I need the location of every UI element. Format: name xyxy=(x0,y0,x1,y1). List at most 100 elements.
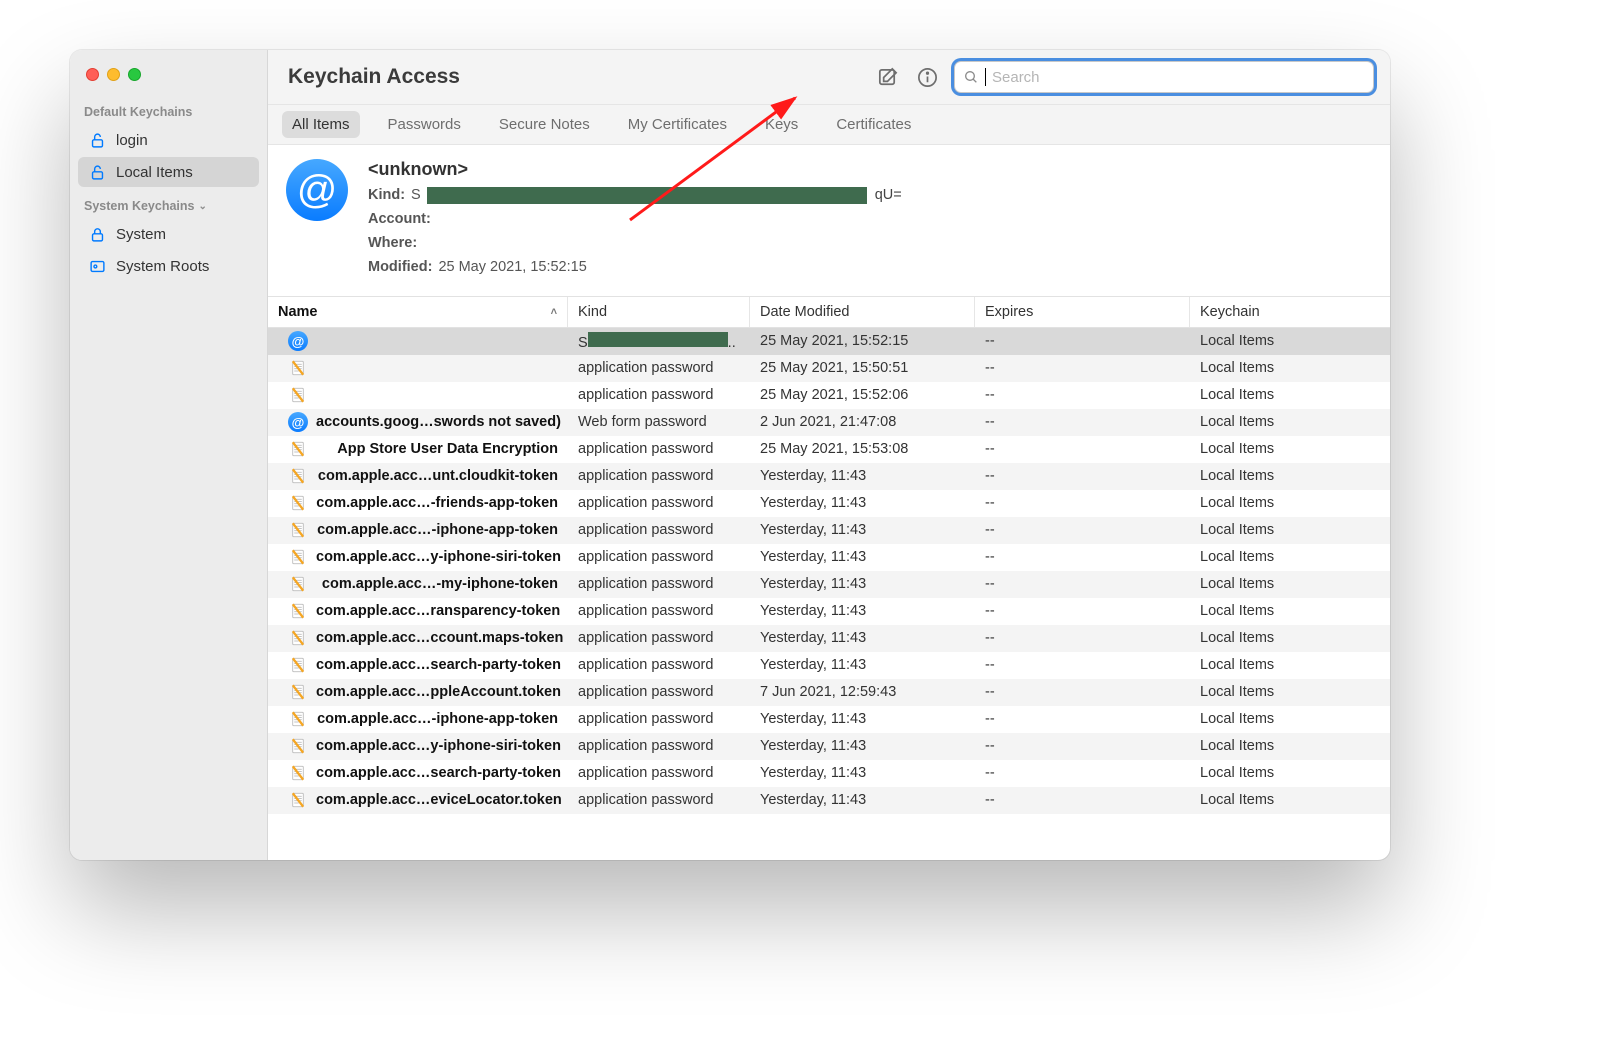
item-detail-pane: @ <unknown> Kind: SqU= Account: Where: M… xyxy=(268,145,1390,296)
cell-name: com.apple.acc…-iphone-app-token xyxy=(268,709,568,729)
cell-date: Yesterday, 11:43 xyxy=(750,495,975,511)
cell-name: com.apple.acc…y-iphone-siri-token xyxy=(268,547,568,567)
table-row[interactable]: com.apple.acc…ccount.maps-tokenapplicati… xyxy=(268,625,1390,652)
sidebar-item-system-roots[interactable]: System Roots xyxy=(78,251,259,281)
column-keychain[interactable]: Keychain xyxy=(1190,297,1390,327)
table-row[interactable]: com.apple.acc…-friends-app-tokenapplicat… xyxy=(268,490,1390,517)
sort-ascending-icon: ˄ xyxy=(551,306,557,318)
cell-name: com.apple.acc…y-iphone-siri-token xyxy=(268,736,568,756)
cell-kind: application password xyxy=(568,630,750,646)
table-row[interactable]: com.apple.acc…ransparency-tokenapplicati… xyxy=(268,598,1390,625)
sidebar-item-label: login xyxy=(116,132,148,149)
info-button[interactable] xyxy=(914,64,940,90)
search-field[interactable] xyxy=(954,61,1374,93)
cell-date: Yesterday, 11:43 xyxy=(750,738,975,754)
compose-button[interactable] xyxy=(874,64,900,90)
cell-keychain: Local Items xyxy=(1190,495,1390,511)
cell-name: @ xyxy=(268,331,568,351)
note-icon xyxy=(288,736,308,756)
note-icon xyxy=(288,574,308,594)
table-row[interactable]: com.apple.acc…unt.cloudkit-tokenapplicat… xyxy=(268,463,1390,490)
cell-date: Yesterday, 11:43 xyxy=(750,711,975,727)
cell-keychain: Local Items xyxy=(1190,576,1390,592)
sidebar-item-local-items[interactable]: Local Items xyxy=(78,157,259,187)
cell-expires: -- xyxy=(975,684,1190,700)
cell-expires: -- xyxy=(975,495,1190,511)
table-row[interactable]: com.apple.acc…-iphone-app-tokenapplicati… xyxy=(268,517,1390,544)
cell-date: 25 May 2021, 15:52:06 xyxy=(750,387,975,403)
cell-date: 25 May 2021, 15:52:15 xyxy=(750,333,975,349)
search-input[interactable] xyxy=(992,69,1365,86)
table-row[interactable]: com.apple.acc…-iphone-app-tokenapplicati… xyxy=(268,706,1390,733)
note-icon xyxy=(288,547,308,567)
cell-name: com.apple.acc…ccount.maps-token xyxy=(268,628,568,648)
cell-date: Yesterday, 11:43 xyxy=(750,549,975,565)
close-window-button[interactable] xyxy=(86,68,99,81)
cell-kind: application password xyxy=(568,549,750,565)
cell-date: 25 May 2021, 15:53:08 xyxy=(750,441,975,457)
table-row[interactable]: com.apple.acc…y-iphone-siri-tokenapplica… xyxy=(268,733,1390,760)
tab-certificates[interactable]: Certificates xyxy=(826,111,921,138)
table-row[interactable]: @accounts.goog…swords not saved)Web form… xyxy=(268,409,1390,436)
cell-expires: -- xyxy=(975,468,1190,484)
column-expires[interactable]: Expires xyxy=(975,297,1190,327)
main-content: Keychain Access All Items Passwords Secu… xyxy=(268,50,1390,860)
window-controls xyxy=(70,68,267,95)
detail-kind: Kind: SqU= xyxy=(368,184,902,208)
tab-secure-notes[interactable]: Secure Notes xyxy=(489,111,600,138)
cell-keychain: Local Items xyxy=(1190,630,1390,646)
cell-expires: -- xyxy=(975,522,1190,538)
table-body[interactable]: @S..25 May 2021, 15:52:15--Local Itemsap… xyxy=(268,328,1390,860)
cell-date: 25 May 2021, 15:50:51 xyxy=(750,360,975,376)
table-row[interactable]: application password25 May 2021, 15:50:5… xyxy=(268,355,1390,382)
cell-name: com.apple.acc…-friends-app-token xyxy=(268,493,568,513)
note-icon xyxy=(288,682,308,702)
table-row[interactable]: com.apple.acc…search-party-tokenapplicat… xyxy=(268,760,1390,787)
tab-all-items[interactable]: All Items xyxy=(282,111,360,138)
cell-kind: application password xyxy=(568,468,750,484)
sidebar-item-system[interactable]: System xyxy=(78,219,259,249)
redacted-content xyxy=(427,187,867,204)
note-icon xyxy=(288,439,308,459)
sidebar-item-label: System Roots xyxy=(116,258,209,275)
zoom-window-button[interactable] xyxy=(128,68,141,81)
table-row[interactable]: @S..25 May 2021, 15:52:15--Local Items xyxy=(268,328,1390,355)
tab-my-certificates[interactable]: My Certificates xyxy=(618,111,737,138)
detail-title: <unknown> xyxy=(368,159,902,180)
tab-keys[interactable]: Keys xyxy=(755,111,808,138)
cell-name xyxy=(268,385,568,405)
cell-keychain: Local Items xyxy=(1190,414,1390,430)
cell-date: Yesterday, 11:43 xyxy=(750,630,975,646)
table-row[interactable]: com.apple.acc…y-iphone-siri-tokenapplica… xyxy=(268,544,1390,571)
cell-kind: application password xyxy=(568,711,750,727)
cell-keychain: Local Items xyxy=(1190,522,1390,538)
chevron-down-icon: ⌄ xyxy=(198,201,206,212)
column-date[interactable]: Date Modified xyxy=(750,297,975,327)
cell-expires: -- xyxy=(975,360,1190,376)
column-name[interactable]: Name˄ xyxy=(268,297,568,327)
minimize-window-button[interactable] xyxy=(107,68,120,81)
cell-name: com.apple.acc…search-party-token xyxy=(268,763,568,783)
search-icon xyxy=(963,69,979,85)
tab-passwords[interactable]: Passwords xyxy=(378,111,471,138)
note-icon xyxy=(288,763,308,783)
cell-name: com.apple.acc…ransparency-token xyxy=(268,601,568,621)
table-row[interactable]: com.apple.acc…ppleAccount.tokenapplicati… xyxy=(268,679,1390,706)
column-kind[interactable]: Kind xyxy=(568,297,750,327)
cell-name: com.apple.acc…search-party-token xyxy=(268,655,568,675)
table-row[interactable]: App Store User Data Encryptionapplicatio… xyxy=(268,436,1390,463)
table-row[interactable]: application password25 May 2021, 15:52:0… xyxy=(268,382,1390,409)
cell-name: com.apple.acc…unt.cloudkit-token xyxy=(268,466,568,486)
sidebar-item-login[interactable]: login xyxy=(78,125,259,155)
cell-keychain: Local Items xyxy=(1190,657,1390,673)
sidebar-item-label: System xyxy=(116,226,166,243)
table-row[interactable]: com.apple.acc…search-party-tokenapplicat… xyxy=(268,652,1390,679)
cell-date: 2 Jun 2021, 21:47:08 xyxy=(750,414,975,430)
table-row[interactable]: com.apple.acc…-my-iphone-tokenapplicatio… xyxy=(268,571,1390,598)
window-title: Keychain Access xyxy=(288,65,460,89)
note-icon xyxy=(288,466,308,486)
detail-where: Where: xyxy=(368,232,902,256)
sidebar-group-system[interactable]: System Keychains⌄ xyxy=(70,189,267,217)
table-row[interactable]: com.apple.acc…eviceLocator.tokenapplicat… xyxy=(268,787,1390,814)
cell-name: com.apple.acc…-my-iphone-token xyxy=(268,574,568,594)
